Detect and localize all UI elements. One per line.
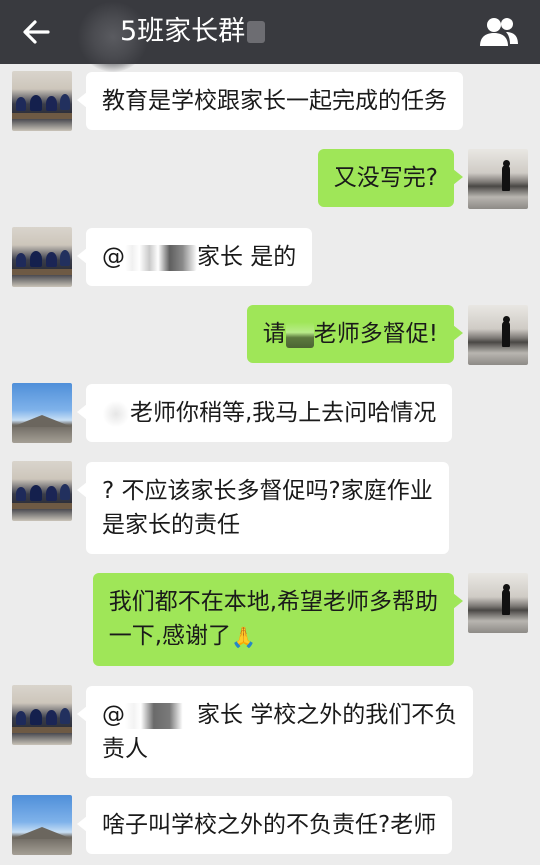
message-bubble[interactable]: 啥子叫学校之外的不负责任?老师 (76, 796, 453, 854)
chat-header: 5班家长群 (0, 0, 540, 72)
message-bubble[interactable]: 请 老师多督促! (246, 305, 464, 363)
message-text-prefix: 请 (262, 321, 286, 347)
message-bubble[interactable]: 我们都不在本地,希望老师多帮助 一下,感谢了🙏 (92, 573, 464, 666)
message-text-line2: 是家长的责任 (102, 512, 240, 538)
chat-message-list[interactable]: 教育是学校跟家长一起完成的任务 又没写完? @ 家长 是的 请 老师多督促! 老师你… (0, 64, 540, 865)
message-text-line1: 家长 学校之外的我们不负 (197, 702, 458, 728)
classroom-avatar[interactable] (12, 685, 72, 745)
message-bubble[interactable]: @ 家长 学校之外的我们不负 责人 (76, 686, 474, 778)
redacted-name (125, 244, 197, 271)
message-bubble[interactable]: 又没写完? (317, 149, 464, 207)
message-bubble[interactable]: 老师你稍等,我马上去问哈情况 (76, 384, 453, 442)
group-members-icon[interactable] (478, 14, 520, 50)
message-text-line2: 一下,感谢了 (108, 623, 231, 649)
message-text: 教育是学校跟家长一起完成的任务 (102, 88, 447, 114)
lake-silhouette-avatar[interactable] (468, 305, 528, 365)
lake-silhouette-avatar[interactable] (468, 149, 528, 209)
chat-title-wrap: 5班家长群 (120, 14, 266, 50)
obscured-text (247, 21, 266, 43)
praying-hands-emoji: 🙏 (231, 624, 256, 649)
message-text: 又没写完? (333, 165, 438, 191)
mention-prefix: @ (102, 702, 125, 728)
classroom-avatar[interactable] (12, 71, 72, 131)
classroom-avatar[interactable] (12, 461, 72, 521)
message-text: 老师多督促! (313, 321, 438, 347)
message-text-line1: ? 不应该家长多督促吗?家庭作业 (102, 478, 433, 504)
chat-title: 5班家长群 (120, 16, 246, 47)
message-bubble[interactable]: 教育是学校跟家长一起完成的任务 (77, 72, 463, 130)
message-text: 家长 是的 (197, 244, 297, 270)
mention-prefix: @ (102, 244, 125, 270)
lake-silhouette-avatar[interactable] (468, 573, 528, 633)
sky-landscape-avatar[interactable] (12, 795, 72, 855)
message-text: 啥子叫学校之外的不负责任?老师 (102, 812, 437, 838)
redacted-name (125, 702, 197, 729)
message-text: 老师你稍等,我马上去问哈情况 (130, 400, 437, 426)
message-bubble[interactable]: ? 不应该家长多督促吗?家庭作业 是家长的责任 (77, 462, 449, 554)
redacted-name (102, 400, 130, 427)
message-text-line1: 我们都不在本地,希望老师多帮助 (108, 589, 438, 615)
redacted-name (285, 321, 314, 348)
message-text-line2: 责人 (102, 736, 148, 762)
arrow-left-icon[interactable] (18, 14, 54, 50)
sky-landscape-avatar[interactable] (12, 383, 72, 443)
message-bubble[interactable]: @ 家长 是的 (76, 228, 313, 286)
classroom-avatar[interactable] (12, 227, 72, 287)
